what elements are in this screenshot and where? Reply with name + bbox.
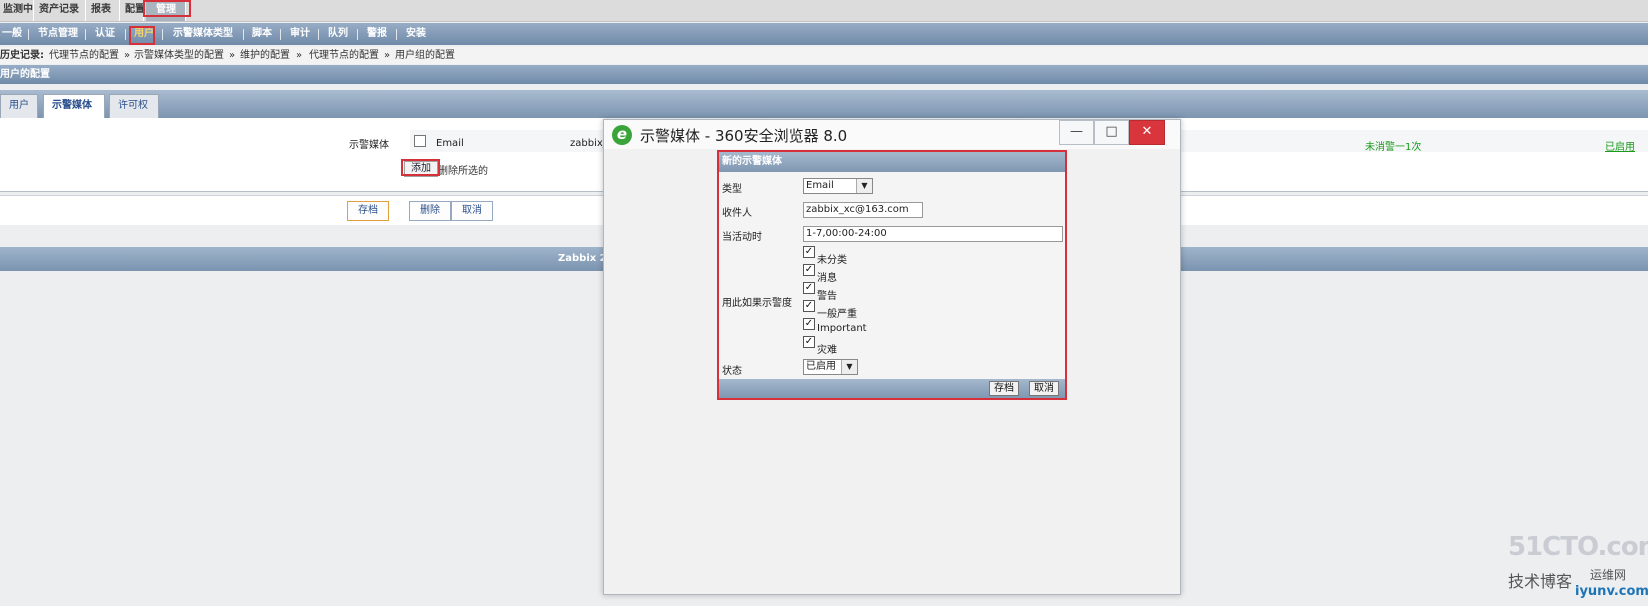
sub-menu-item-notifications[interactable]: 警报	[367, 23, 387, 45]
page-title: 用户的配置	[0, 69, 50, 80]
menu-separator	[243, 29, 244, 40]
new-media-dialog: 新的示警媒体 类型 Email ▼ 收件人 zabbix_xc@163.com …	[717, 150, 1067, 400]
type-select[interactable]: Email ▼	[803, 178, 873, 194]
menu-separator	[162, 29, 163, 40]
severity-label-item: Important	[817, 323, 867, 334]
severity-checkbox[interactable]: ✓	[803, 336, 815, 348]
severity-checkbox[interactable]: ✓	[803, 318, 815, 330]
menu-separator	[85, 29, 86, 40]
period-input[interactable]: 1-7,00:00-24:00	[803, 226, 1063, 242]
status-label: 状态	[722, 366, 742, 377]
history-breadcrumb: 历史记录: 代理节点的配置 » 示警媒体类型的配置 » 维护的配置 » 代理节点…	[0, 47, 1648, 64]
type-select-value: Email	[806, 180, 834, 191]
sub-menu-item-scripts[interactable]: 脚本	[252, 23, 272, 45]
sendto-label: 收件人	[722, 208, 752, 219]
status-select-value: 已启用	[806, 361, 836, 372]
dialog-footer: 存档 取消	[719, 379, 1065, 398]
watermark-domain: iyunv.com	[1575, 584, 1648, 599]
dialog-cancel-button[interactable]: 取消	[1029, 381, 1059, 396]
history-link[interactable]: 示警媒体类型的配置	[134, 47, 224, 64]
media-row-status[interactable]: 已启用	[1605, 138, 1635, 153]
section-title-bar: 用户的配置	[0, 65, 1648, 84]
media-row-severity: 未消警一1次	[1365, 142, 1422, 153]
sub-menu-item-queue[interactable]: 队列	[328, 23, 348, 45]
browser-logo-icon: e	[612, 125, 632, 145]
popup-window: e 示警媒体 - 360安全浏览器 8.0 — □ ✕ 新的示警媒体 类型 Em…	[603, 119, 1181, 595]
menu-separator	[396, 29, 397, 40]
cancel-button[interactable]: 取消	[451, 201, 493, 221]
history-link[interactable]: 用户组的配置	[395, 47, 455, 64]
severity-checkbox[interactable]: ✓	[803, 282, 815, 294]
tab-permissions[interactable]: 许可权	[109, 94, 159, 118]
sub-menu-item-audit[interactable]: 审计	[290, 23, 310, 45]
sub-menu-item-installation[interactable]: 安装	[406, 23, 426, 45]
delete-button[interactable]: 删除	[409, 201, 451, 221]
popup-title-bar: e 示警媒体 - 360安全浏览器 8.0 — □ ✕	[604, 120, 1180, 149]
sendto-input[interactable]: zabbix_xc@163.com	[803, 202, 923, 218]
highlight-admin-menu	[143, 0, 191, 17]
history-link[interactable]: 代理节点的配置	[309, 47, 379, 64]
top-menu-item-reports[interactable]: 报表	[88, 0, 120, 21]
severity-label-item: 警告	[817, 291, 837, 302]
menu-separator	[357, 29, 358, 40]
history-link[interactable]: 维护的配置	[240, 47, 290, 64]
severity-label-item: 未分类	[817, 255, 847, 266]
tab-user[interactable]: 用户	[0, 94, 38, 118]
menu-separator	[318, 29, 319, 40]
period-label: 当活动时	[722, 232, 762, 243]
watermark-logo: 51CTO.com	[1508, 532, 1648, 562]
dialog-save-button[interactable]: 存档	[989, 381, 1019, 396]
top-menu-item-inventory[interactable]: 资产记录	[36, 0, 86, 21]
highlight-add-button	[401, 159, 440, 176]
severity-checkbox[interactable]: ✓	[803, 300, 815, 312]
chevron-down-icon: ▼	[841, 360, 857, 374]
menu-separator	[280, 29, 281, 40]
top-menu-item-monitoring[interactable]: 监测中	[0, 0, 34, 21]
tab-strip: 用户 示警媒体 许可权	[0, 90, 1648, 118]
highlight-users-menu	[129, 26, 155, 45]
breadcrumb-separator: »	[124, 50, 131, 61]
chevron-down-icon: ▼	[856, 179, 872, 193]
sub-menu-item-media-types[interactable]: 示警媒体类型	[173, 23, 233, 45]
breadcrumb-separator: »	[296, 50, 303, 61]
minimize-icon[interactable]: —	[1059, 120, 1094, 145]
dialog-title: 新的示警媒体	[719, 152, 1065, 172]
status-select[interactable]: 已启用 ▼	[803, 359, 858, 375]
footer-text: Zabbix 2	[558, 253, 607, 264]
severity-label-item: 灾难	[817, 345, 837, 356]
media-row-type: Email	[436, 138, 464, 149]
sub-menu-item-general[interactable]: 一般	[2, 23, 22, 45]
breadcrumb-separator: »	[229, 50, 236, 61]
watermark-sub: 运维网	[1590, 568, 1627, 582]
maximize-icon[interactable]: □	[1094, 120, 1129, 145]
top-menu-item-configuration[interactable]: 配置	[122, 0, 144, 21]
severity-label-item: 消息	[817, 273, 837, 284]
menu-separator	[28, 29, 29, 40]
history-label: 历史记录:	[0, 50, 44, 61]
media-label: 示警媒体	[349, 140, 389, 151]
sub-menu-item-authentication[interactable]: 认证	[95, 23, 115, 45]
delete-selected-button[interactable]: 删除所选的	[438, 162, 488, 177]
watermark-tag: 技术博客	[1508, 572, 1573, 591]
sub-menu-item-node[interactable]: 节点管理	[38, 23, 78, 45]
popup-title: 示警媒体 - 360安全浏览器 8.0	[640, 127, 848, 145]
sub-menu: 一般 节点管理 认证 用户 示警媒体类型 脚本 审计 队列 警报 安装	[0, 23, 1648, 45]
tab-media[interactable]: 示警媒体	[43, 94, 105, 118]
severity-label: 用此如果示警度	[722, 298, 792, 309]
breadcrumb-separator: »	[384, 50, 391, 61]
close-icon[interactable]: ✕	[1129, 120, 1165, 145]
save-button[interactable]: 存档	[347, 201, 389, 221]
media-row-checkbox[interactable]	[414, 135, 426, 147]
top-menu: 监测中 资产记录 报表 配置 管理	[0, 0, 1648, 22]
type-label: 类型	[722, 184, 742, 195]
history-link[interactable]: 代理节点的配置	[49, 47, 119, 64]
severity-checkbox[interactable]: ✓	[803, 246, 815, 258]
severity-checkbox[interactable]: ✓	[803, 264, 815, 276]
menu-separator	[125, 29, 126, 40]
severity-label-item: 一般严重	[817, 309, 857, 320]
